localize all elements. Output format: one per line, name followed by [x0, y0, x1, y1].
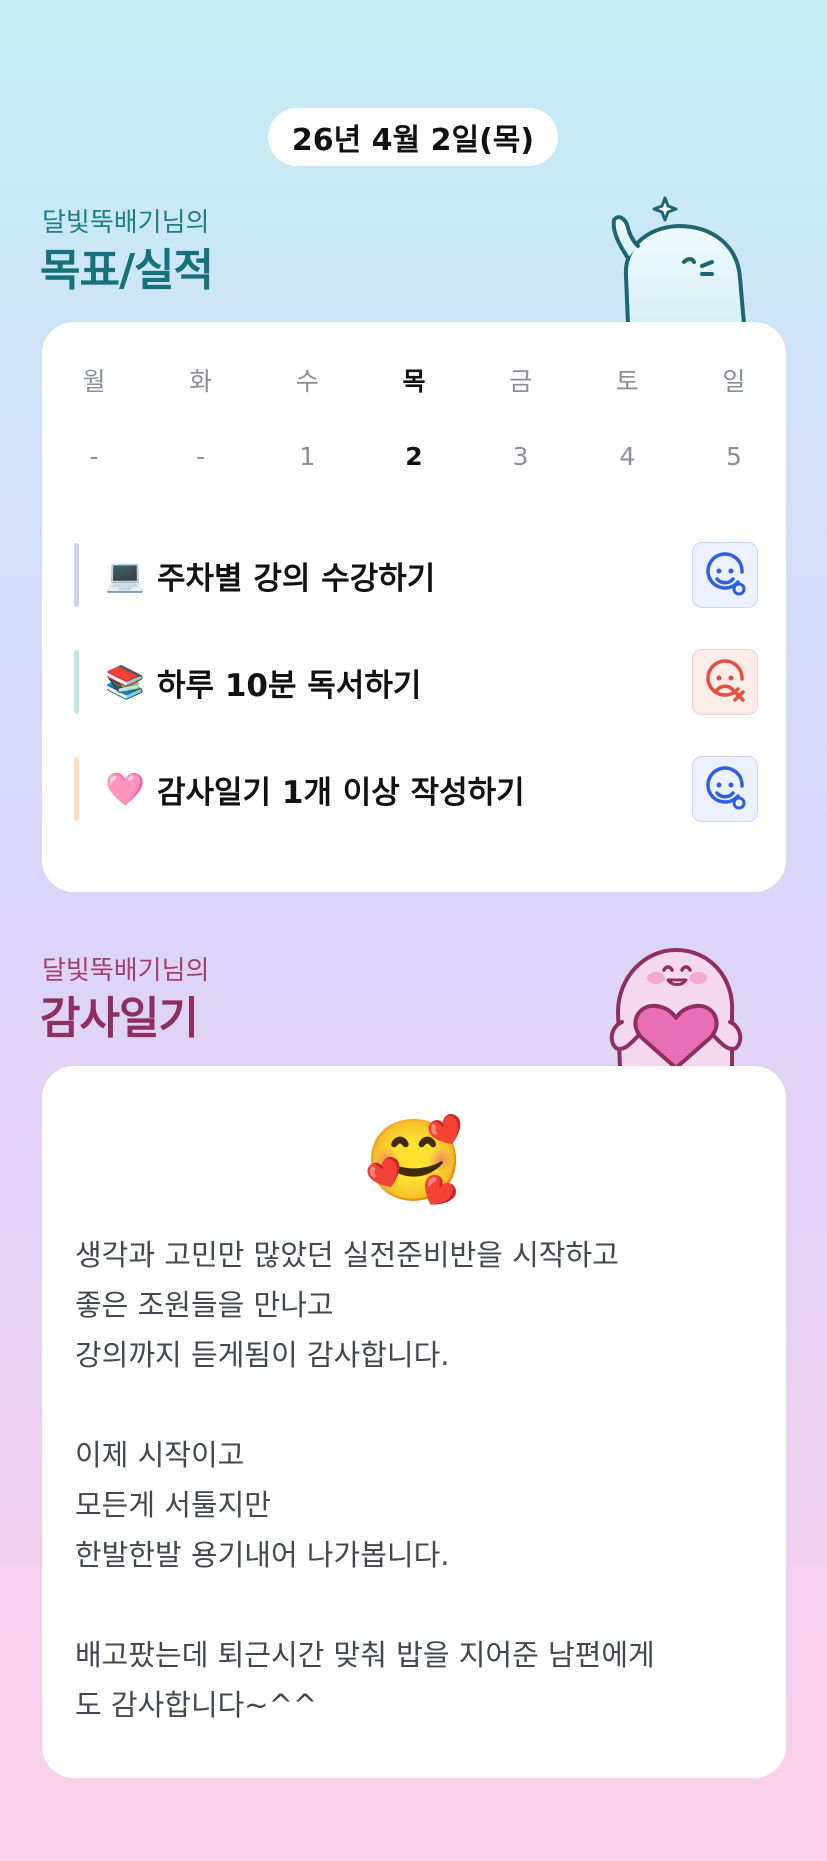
diary-section-title: 감사일기 [40, 993, 199, 1044]
day-date[interactable]: 3 [493, 442, 549, 471]
day-date[interactable]: - [173, 442, 229, 471]
day-date[interactable]: 4 [599, 442, 655, 471]
day-date[interactable]: - [66, 442, 122, 471]
frown-x-icon [706, 659, 745, 702]
weekday-label[interactable]: 금 [493, 362, 549, 398]
smile-check-icon [706, 766, 746, 810]
goal-text: 감사일기 1개 이상 작성하기 [157, 774, 525, 811]
goal-color-bar [74, 650, 79, 714]
goal-item[interactable]: 📚 하루 10분 독서하기 [74, 649, 758, 715]
goals-section-title: 목표/실적 [40, 245, 214, 296]
week-calendar: 월 화 수 목 금 토 일 - - 1 2 3 4 5 [42, 362, 786, 471]
ghost-mascot-icon [611, 196, 747, 324]
goal-color-bar [74, 757, 79, 821]
goal-text: 주차별 강의 수강하기 [157, 560, 436, 597]
goals-card: 월 화 수 목 금 토 일 - - 1 2 3 4 5 💻 주차별 강의 수강하… [42, 322, 786, 892]
weekday-label[interactable]: 토 [599, 362, 655, 398]
goal-item[interactable]: 💻 주차별 강의 수강하기 [74, 542, 758, 608]
smile-check-icon [706, 552, 746, 596]
day-date[interactable]: 1 [279, 442, 335, 471]
weekday-label[interactable]: 수 [279, 362, 335, 398]
weekday-label-active[interactable]: 목 [386, 362, 442, 398]
laptop-icon: 💻 [105, 556, 145, 594]
diary-text: 생각과 고민만 많았던 실전준비반을 시작하고 좋은 조원들을 만나고 강의까지… [75, 1238, 655, 1722]
pink-heart-icon: 🩷 [105, 770, 145, 808]
day-date[interactable]: 5 [706, 442, 762, 471]
goal-color-bar [74, 543, 79, 607]
goal-item[interactable]: 🩷 감사일기 1개 이상 작성하기 [74, 756, 758, 822]
goal-status-button[interactable] [692, 756, 758, 822]
goal-status-button[interactable] [692, 542, 758, 608]
smiling-hearts-icon: 🥰 [364, 1114, 464, 1207]
day-date-active[interactable]: 2 [386, 442, 442, 471]
books-icon: 📚 [105, 663, 145, 701]
goal-status-button[interactable] [692, 649, 758, 715]
heart-mascot-icon [609, 947, 743, 1068]
weekday-label[interactable]: 일 [706, 362, 762, 398]
weekday-label[interactable]: 월 [66, 362, 122, 398]
date-display[interactable]: 26년 4월 2일(목) [268, 108, 558, 166]
goal-text: 하루 10분 독서하기 [157, 667, 422, 704]
weekday-label[interactable]: 화 [173, 362, 229, 398]
diary-card: 🥰 생각과 고민만 많았던 실전준비반을 시작하고 좋은 조원들을 만나고 강의… [42, 1066, 786, 1778]
